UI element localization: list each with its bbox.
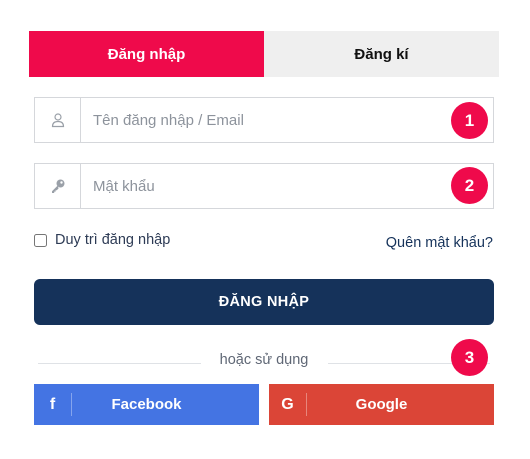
step-badge-2: 2 xyxy=(451,167,488,204)
step-badge-1: 1 xyxy=(451,102,488,139)
facebook-label: Facebook xyxy=(111,396,182,413)
google-label: Google xyxy=(355,396,408,413)
tab-register[interactable]: Đăng kí xyxy=(264,31,499,77)
divider-text: hoặc sử dụng xyxy=(219,352,309,368)
google-login-button[interactable]: G Google xyxy=(269,384,494,425)
tab-login[interactable]: Đăng nhập xyxy=(29,31,264,77)
remember-me: Duy trì đăng nhập xyxy=(34,232,170,248)
password-field xyxy=(34,163,494,209)
username-input[interactable] xyxy=(81,98,493,142)
google-icon: G xyxy=(269,393,307,416)
login-button[interactable]: ĐĂNG NHẬP xyxy=(34,279,494,325)
remember-checkbox[interactable] xyxy=(34,233,47,247)
step-badge-3: 3 xyxy=(451,339,488,376)
forgot-password-link[interactable]: Quên mật khẩu? xyxy=(386,235,493,251)
user-icon xyxy=(35,98,81,142)
facebook-login-button[interactable]: f Facebook xyxy=(34,384,259,425)
auth-tabs: Đăng nhập Đăng kí xyxy=(29,31,499,77)
or-divider: hoặc sử dụng xyxy=(38,350,490,374)
password-input[interactable] xyxy=(81,164,493,208)
username-field xyxy=(34,97,494,143)
key-icon xyxy=(35,164,81,208)
remember-label: Duy trì đăng nhập xyxy=(55,232,171,248)
facebook-icon: f xyxy=(34,393,72,416)
